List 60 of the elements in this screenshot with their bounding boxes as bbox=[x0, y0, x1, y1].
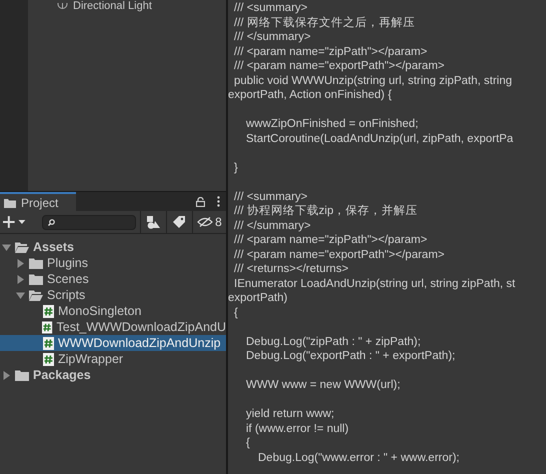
tree-item[interactable]: Assets bbox=[0, 239, 226, 255]
code-line: /// </summary> bbox=[234, 220, 311, 232]
tree-item[interactable]: Test_WWWDownloadZipAndU bbox=[0, 319, 226, 335]
lock-icon[interactable] bbox=[196, 196, 205, 206]
code-line: /// <param name="zipPath"></param> bbox=[234, 234, 428, 246]
code-line: Debug.Log("www.error : " + www.error); bbox=[258, 452, 460, 464]
code-line: wwwZipOnFinished = onFinished; bbox=[246, 118, 418, 130]
open-folder-icon bbox=[29, 290, 43, 300]
hierarchy-item[interactable]: Directional Light bbox=[73, 0, 152, 13]
code-line: Debug.Log("exportPath : " + exportPath); bbox=[246, 350, 456, 362]
code-line: WWW www = new WWW(url); bbox=[246, 379, 400, 391]
code-line: if (www.error != null) bbox=[246, 422, 349, 434]
csharp-script-icon bbox=[43, 352, 54, 366]
code-line: /// 网络下载保存文件之后，再解压 bbox=[234, 16, 415, 28]
csharp-script-icon bbox=[43, 304, 54, 318]
code-line: /// <param name="exportPath"></param> bbox=[234, 248, 444, 260]
tree-item[interactable]: Packages bbox=[0, 367, 226, 383]
code-line: /// <summary> bbox=[234, 190, 308, 202]
code-line: /// <param name="exportPath"></param> bbox=[234, 60, 444, 72]
folder-icon bbox=[4, 198, 16, 208]
tree-item[interactable]: Scripts bbox=[0, 287, 226, 303]
csharp-script-icon bbox=[42, 320, 52, 334]
kebab-menu-icon[interactable] bbox=[217, 196, 220, 207]
csharp-script-icon bbox=[43, 336, 54, 350]
tree-item[interactable]: Scenes bbox=[0, 271, 226, 287]
tag-icon bbox=[173, 216, 186, 228]
code-line: IEnumerator LoadAndUnzip(string url, string zipPath, st bbox=[234, 278, 516, 290]
project-tab[interactable]: Project bbox=[0, 192, 76, 211]
shapes-icon bbox=[146, 216, 160, 228]
tree-item[interactable]: Plugins bbox=[0, 255, 226, 271]
hidden-packages-button[interactable]: 8 bbox=[192, 211, 226, 233]
light-icon bbox=[57, 2, 68, 10]
code-line: { bbox=[234, 306, 238, 318]
expanded-arrow-icon[interactable] bbox=[2, 242, 11, 252]
open-folder-icon bbox=[15, 242, 29, 252]
folder-icon bbox=[29, 258, 43, 268]
eye-slash-icon bbox=[197, 217, 214, 227]
code-line: } bbox=[234, 162, 238, 174]
folder-icon bbox=[29, 274, 43, 284]
code-line: /// 协程网络下载zip，保存，并解压 bbox=[234, 205, 418, 217]
code-line: exportPath) bbox=[228, 292, 288, 304]
folder-icon bbox=[15, 370, 29, 380]
code-line: Debug.Log("zipPath : " + zipPath); bbox=[246, 336, 421, 348]
search-field[interactable] bbox=[42, 214, 136, 230]
code-line: /// <returns></returns> bbox=[234, 263, 348, 275]
code-line: /// </summary> bbox=[234, 31, 311, 43]
code-line: StartCoroutine(LoadAndUnzip(url, zipPath, exportPa bbox=[246, 132, 514, 144]
expanded-arrow-icon[interactable] bbox=[16, 290, 25, 300]
tree-item[interactable]: ZipWrapper bbox=[0, 351, 226, 367]
collapsed-arrow-icon[interactable] bbox=[2, 370, 11, 380]
code-line: { bbox=[246, 437, 250, 449]
search-icon bbox=[48, 218, 56, 226]
code-line: /// <param name="zipPath"></param> bbox=[234, 46, 428, 58]
code-line: yield return www; bbox=[246, 408, 334, 420]
code-line: /// <summary> bbox=[234, 2, 308, 14]
tree-item[interactable]: MonoSingleton bbox=[0, 303, 226, 319]
add-icon[interactable] bbox=[3, 216, 26, 228]
code-line: public void WWWUnzip(string url, string zipPath, string bbox=[234, 74, 512, 86]
code-line: exportPath, Action onFinished) { bbox=[228, 89, 392, 101]
tree-item[interactable]: WWWDownloadZipAndUnzip bbox=[0, 335, 226, 351]
